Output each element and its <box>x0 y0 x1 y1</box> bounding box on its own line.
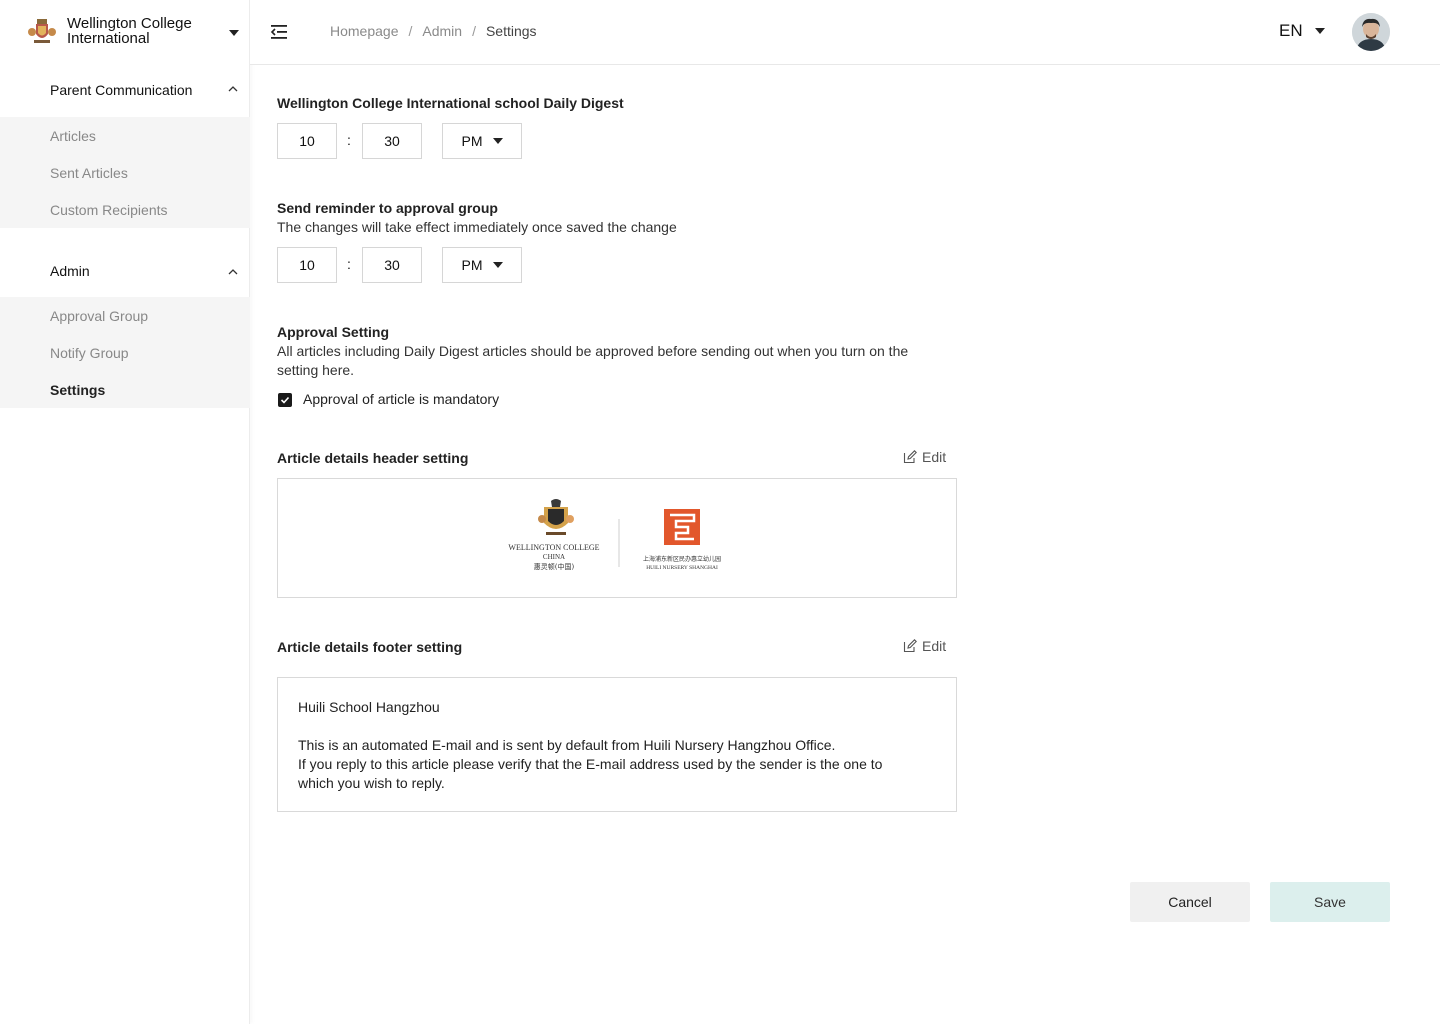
avatar[interactable] <box>1352 13 1390 51</box>
header-preview-panel: WELLINGTON COLLEGE CHINA 惠灵顿(中国) 上海浦东新区民… <box>277 478 957 598</box>
language-selector[interactable]: EN <box>1279 21 1325 41</box>
sidebar-item-sent-articles[interactable]: Sent Articles <box>0 154 250 191</box>
collapse-sidebar-icon[interactable] <box>269 22 289 42</box>
language-value: EN <box>1279 21 1303 40</box>
footer-text: Huili School Hangzhou This is an automat… <box>298 698 918 793</box>
reminder-minute-input[interactable]: 30 <box>362 247 422 283</box>
breadcrumb-homepage[interactable]: Homepage <box>330 23 399 39</box>
logo-left-line3: 惠灵顿(中国) <box>534 562 575 571</box>
footer-line-2: If you reply to this article please veri… <box>298 756 883 791</box>
sidebar-item-approval-group[interactable]: Approval Group <box>0 297 250 334</box>
sidebar-sublist-parent-communication: Articles Sent Articles Custom Recipients <box>0 117 250 228</box>
time-colon: : <box>347 256 351 272</box>
logo-right-line2: HUILI NURSERY SHANGHAI <box>646 565 718 571</box>
school-switcher[interactable]: Wellington College International <box>0 0 250 64</box>
breadcrumb-admin[interactable]: Admin <box>422 23 462 39</box>
footer-line-1: This is an automated E-mail and is sent … <box>298 737 836 753</box>
edit-label: Edit <box>922 449 947 465</box>
approval-mandatory-label[interactable]: Approval of article is mandatory <box>303 391 499 407</box>
cancel-button[interactable]: Cancel <box>1130 882 1250 922</box>
school-crest-icon <box>28 19 56 43</box>
period-value: PM <box>461 133 483 149</box>
caret-down-icon[interactable] <box>229 30 239 36</box>
chevron-up-icon <box>228 86 238 92</box>
digest-hour-input[interactable]: 10 <box>277 123 337 159</box>
school-name: Wellington College International <box>67 15 192 47</box>
sidebar-section-label: Parent Communication <box>50 82 193 98</box>
approval-mandatory-checkbox[interactable] <box>278 393 292 407</box>
caret-down-icon <box>492 138 503 144</box>
huili-logo-icon <box>664 509 700 545</box>
digest-title: Wellington College International school … <box>277 95 624 111</box>
sidebar-section-label: Admin <box>50 263 90 279</box>
digest-period-select[interactable]: PM <box>442 123 522 159</box>
logo-right-line1: 上海浦东新区民办惠立幼儿园 <box>643 555 721 563</box>
sidebar-item-custom-recipients[interactable]: Custom Recipients <box>0 191 250 228</box>
check-icon <box>280 396 290 404</box>
logo-left-line2: CHINA <box>543 553 565 561</box>
reminder-period-select[interactable]: PM <box>442 247 522 283</box>
caret-down-icon <box>1314 28 1325 34</box>
sidebar: Wellington College International Parent … <box>0 0 250 1024</box>
top-bar: Homepage / Admin / Settings EN <box>250 0 1440 65</box>
breadcrumb-current: Settings <box>485 23 537 39</box>
reminder-description: The changes will take effect immediately… <box>277 219 677 235</box>
footer-edit-button[interactable]: Edit <box>903 638 946 654</box>
logo-left-line1: WELLINGTON COLLEGE <box>508 543 599 552</box>
digest-minute-input[interactable]: 30 <box>362 123 422 159</box>
chevron-up-icon <box>228 269 238 275</box>
header-edit-button[interactable]: Edit <box>903 449 946 465</box>
footer-setting-title: Article details footer setting <box>277 639 463 655</box>
reminder-hour-input[interactable]: 10 <box>277 247 337 283</box>
edit-icon <box>903 450 917 464</box>
sidebar-section-parent-communication[interactable]: Parent Communication <box>0 64 250 116</box>
period-value: PM <box>461 257 483 273</box>
edit-label: Edit <box>922 638 947 654</box>
breadcrumb-separator: / <box>472 23 476 39</box>
user-avatar-icon <box>1352 13 1390 51</box>
breadcrumb: Homepage / Admin / Settings <box>330 23 537 39</box>
footer-preview-panel: Huili School Hangzhou This is an automat… <box>277 677 957 812</box>
save-button[interactable]: Save <box>1270 882 1390 922</box>
approval-description: All articles including Daily Digest arti… <box>277 343 909 378</box>
sidebar-item-notify-group[interactable]: Notify Group <box>0 334 250 371</box>
sidebar-sublist-admin: Approval Group Notify Group Settings <box>0 297 250 408</box>
sidebar-item-settings[interactable]: Settings <box>0 371 250 408</box>
reminder-title: Send reminder to approval group <box>277 200 498 216</box>
approval-title: Approval Setting <box>277 324 390 340</box>
sidebar-item-articles[interactable]: Articles <box>0 117 250 154</box>
footer-school-name: Huili School Hangzhou <box>298 699 440 715</box>
header-setting-title: Article details header setting <box>277 450 469 466</box>
caret-down-icon <box>492 262 503 268</box>
sidebar-section-admin[interactable]: Admin <box>0 245 250 297</box>
wellington-crest-icon <box>538 499 574 535</box>
time-colon: : <box>347 132 351 148</box>
school-logos-image: WELLINGTON COLLEGE CHINA 惠灵顿(中国) 上海浦东新区民… <box>508 499 721 571</box>
edit-icon <box>903 639 917 653</box>
breadcrumb-separator: / <box>408 23 413 39</box>
